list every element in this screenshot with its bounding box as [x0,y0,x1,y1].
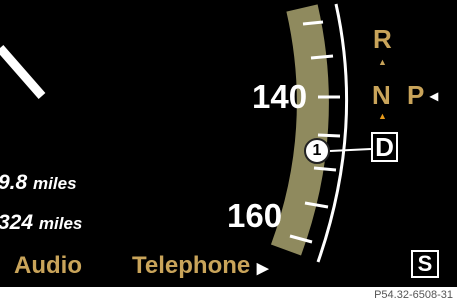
gear-d-selected: D [371,132,398,162]
scale-tick [310,54,334,60]
scale-tick [313,166,337,172]
triangle-up-icon: ▲ [378,57,387,67]
gear-n: N [372,80,391,110]
figure-reference: P54.32-6508-31 [374,289,453,301]
trip-unit: miles [33,174,77,193]
triangle-right-icon: ▶ [256,260,269,277]
scale-band [270,4,329,256]
callout-leader [329,148,372,152]
triangle-left-icon: ◂ [430,88,439,105]
speed-mark-140: 140 [252,78,308,115]
callout-marker: 1 [304,138,330,164]
scale-tick [317,133,341,138]
menu-audio[interactable]: Audio [14,252,82,280]
instrument-display: 140 160 9.8 miles 324 miles Audio Teleph… [0,0,457,287]
gear-r: R [373,24,392,54]
menu-telephone[interactable]: Telephone ▶ [132,252,268,280]
triangle-up-icon: ▲ [378,111,387,121]
trip-line-2: 324 miles [0,211,82,235]
s-button[interactable]: S [411,250,439,278]
gear-p: P [407,80,425,110]
trip-value: 9.8 [0,171,28,194]
trip-unit: miles [38,214,83,233]
trip-line-1: 9.8 miles [0,171,77,195]
menu-telephone-label: Telephone [132,252,251,279]
speed-mark-160: 160 [227,197,283,234]
scale-tick [302,20,324,26]
needle-icon [0,45,46,99]
trip-value: 324 [0,211,34,234]
